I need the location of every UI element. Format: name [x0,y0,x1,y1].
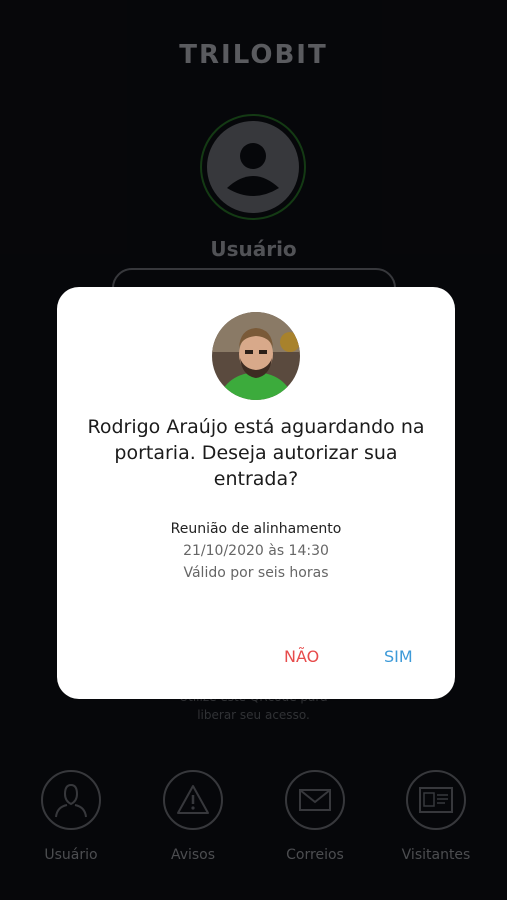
meeting-title: Reunião de alinhamento [170,521,342,537]
access-validity: Válido por seis horas [183,565,329,581]
meeting-details: Reunião de alinhamento 21/10/2020 às 14:… [57,518,455,584]
visitor-photo [212,312,300,400]
meeting-datetime: 21/10/2020 às 14:30 [183,543,329,559]
visitor-authorization-dialog: Rodrigo Araújo está aguardando na portar… [57,287,455,699]
authorize-button[interactable]: SIM [378,643,419,670]
deny-button[interactable]: NÃO [278,643,325,670]
dialog-message: Rodrigo Araújo está aguardando na portar… [87,416,425,490]
visitor-photo-image [212,312,300,400]
